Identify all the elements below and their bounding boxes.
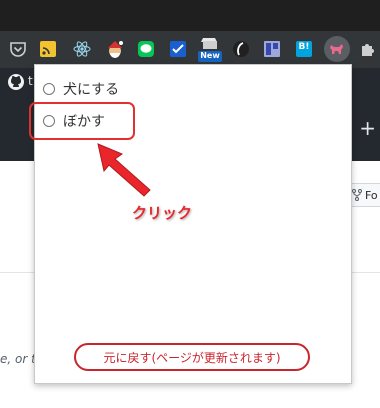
puzzle-icon[interactable] [358, 39, 378, 59]
click-annotation-label: クリック [132, 204, 193, 222]
plus-icon[interactable]: + [359, 118, 376, 138]
github-tab-text: t [28, 74, 33, 88]
red-arrow-icon [97, 143, 151, 197]
browser-titlebar [0, 0, 380, 31]
pocket-icon[interactable] [8, 39, 28, 59]
react-devtools-icon[interactable] [72, 39, 92, 59]
santa-icon[interactable] [105, 39, 125, 59]
dog-extension-icon[interactable] [324, 36, 350, 62]
checkmark-icon[interactable] [168, 39, 188, 59]
extension-toolbar: New B! [0, 31, 380, 68]
github-logo-icon[interactable] [8, 74, 24, 90]
fork-icon [352, 189, 362, 201]
rss-icon[interactable] [38, 39, 58, 59]
leaf-icon[interactable] [231, 39, 251, 59]
new-extension-icon[interactable]: New [198, 36, 222, 62]
hatena-bookmark-icon[interactable]: B! [294, 39, 314, 59]
bookmark-extension-icon[interactable] [262, 39, 282, 59]
click-highlight-box [29, 102, 135, 140]
radio-dog[interactable] [43, 83, 55, 95]
hatena-bookmark-label: B! [298, 42, 310, 52]
option-dog[interactable]: 犬にする [43, 79, 119, 99]
description-fragment: e, or t [0, 352, 36, 366]
option-dog-label: 犬にする [63, 82, 120, 98]
fork-label: Fo [365, 188, 378, 202]
restore-button[interactable]: 元に戻す(ページが更新されます) [74, 343, 310, 371]
extension-popup: 犬にする ぼかす 元に戻す(ページが更新されます) [29, 64, 352, 384]
line-icon[interactable] [136, 39, 156, 59]
new-badge-label: New [200, 51, 220, 60]
